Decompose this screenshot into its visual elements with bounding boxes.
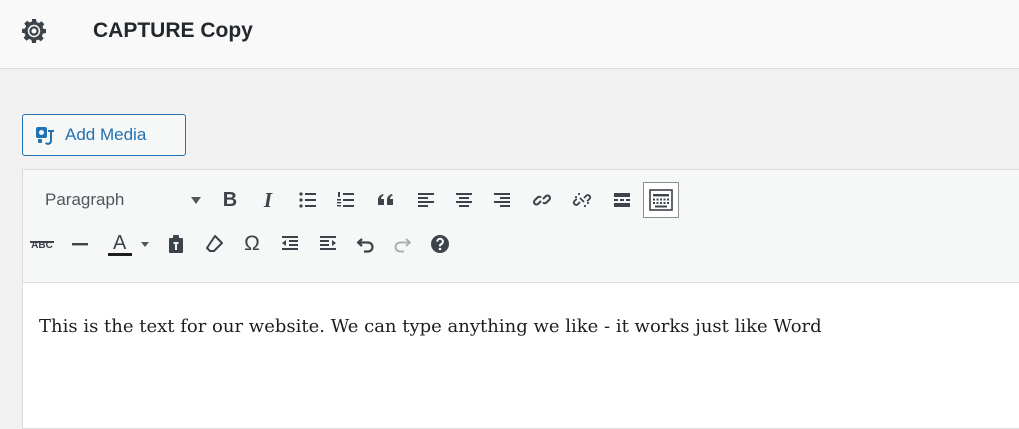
keyboard-shortcuts-button[interactable] [423, 224, 457, 264]
bulleted-list-icon [299, 192, 316, 208]
chevron-down-icon [190, 193, 202, 211]
keyboard-icon [649, 189, 673, 211]
text-color-icon: A [108, 231, 132, 257]
text-color-label: A [113, 232, 127, 254]
format-select[interactable]: Paragraph [33, 183, 205, 217]
text-color-button[interactable]: A [101, 224, 157, 264]
italic-button[interactable]: I [251, 180, 285, 220]
gear-icon[interactable] [21, 18, 47, 44]
special-character-button[interactable]: Ω [235, 224, 269, 264]
link-icon [533, 194, 551, 206]
eraser-icon [206, 235, 223, 252]
toolbar-toggle-button[interactable] [643, 182, 679, 218]
classic-editor: Paragraph B I ABC A Ω This is the text f… [22, 169, 1019, 429]
numbered-list-button[interactable] [329, 180, 363, 220]
bold-icon: B [222, 188, 238, 211]
align-right-icon [494, 193, 510, 207]
remove-link-button[interactable] [565, 180, 599, 220]
align-right-button[interactable] [485, 180, 519, 220]
undo-button[interactable] [349, 224, 383, 264]
bulleted-list-button[interactable] [291, 180, 325, 220]
align-left-button[interactable] [409, 180, 443, 220]
editor-toolbar: Paragraph B I ABC A Ω [23, 170, 1019, 283]
omega-icon: Ω [244, 232, 260, 255]
outdent-icon [282, 236, 298, 250]
redo-button[interactable] [385, 224, 419, 264]
horizontal-line-button[interactable] [63, 224, 97, 264]
page-title: CAPTURE Copy [93, 19, 253, 42]
indent-icon [320, 236, 336, 250]
unlink-icon [573, 193, 591, 207]
italic-icon: I [263, 187, 273, 212]
increase-indent-button[interactable] [311, 224, 345, 264]
insert-link-button[interactable] [525, 180, 559, 220]
undo-icon [356, 238, 374, 253]
clipboard-icon [169, 235, 183, 253]
align-left-icon [418, 193, 434, 207]
align-center-icon [456, 193, 472, 207]
chevron-down-icon [140, 239, 150, 249]
paste-as-text-button[interactable] [159, 224, 193, 264]
read-more-button[interactable] [605, 180, 639, 220]
add-media-icon [35, 124, 57, 146]
add-media-label: Add Media [65, 125, 147, 144]
toolbar-row-2: ABC A Ω [23, 224, 1019, 264]
bold-button[interactable]: B [213, 180, 247, 220]
editor-content[interactable]: This is the text for our website. We can… [39, 316, 822, 337]
add-media-button[interactable]: Add Media [22, 114, 186, 156]
strikethrough-icon: ABC [30, 235, 54, 253]
blockquote-icon [378, 194, 393, 205]
read-more-icon [614, 193, 630, 207]
redo-icon [394, 238, 411, 253]
format-select-value: Paragraph [45, 190, 125, 209]
horizontal-line-icon [72, 243, 88, 246]
clear-formatting-button[interactable] [197, 224, 231, 264]
align-center-button[interactable] [447, 180, 481, 220]
strikethrough-button[interactable]: ABC [25, 224, 59, 264]
blockquote-button[interactable] [369, 180, 403, 220]
numbered-list-icon [337, 192, 354, 207]
help-icon [431, 235, 449, 253]
top-bar: CAPTURE Copy [0, 0, 1019, 69]
decrease-indent-button[interactable] [273, 224, 307, 264]
toolbar-row-1: Paragraph B I [23, 180, 1019, 220]
